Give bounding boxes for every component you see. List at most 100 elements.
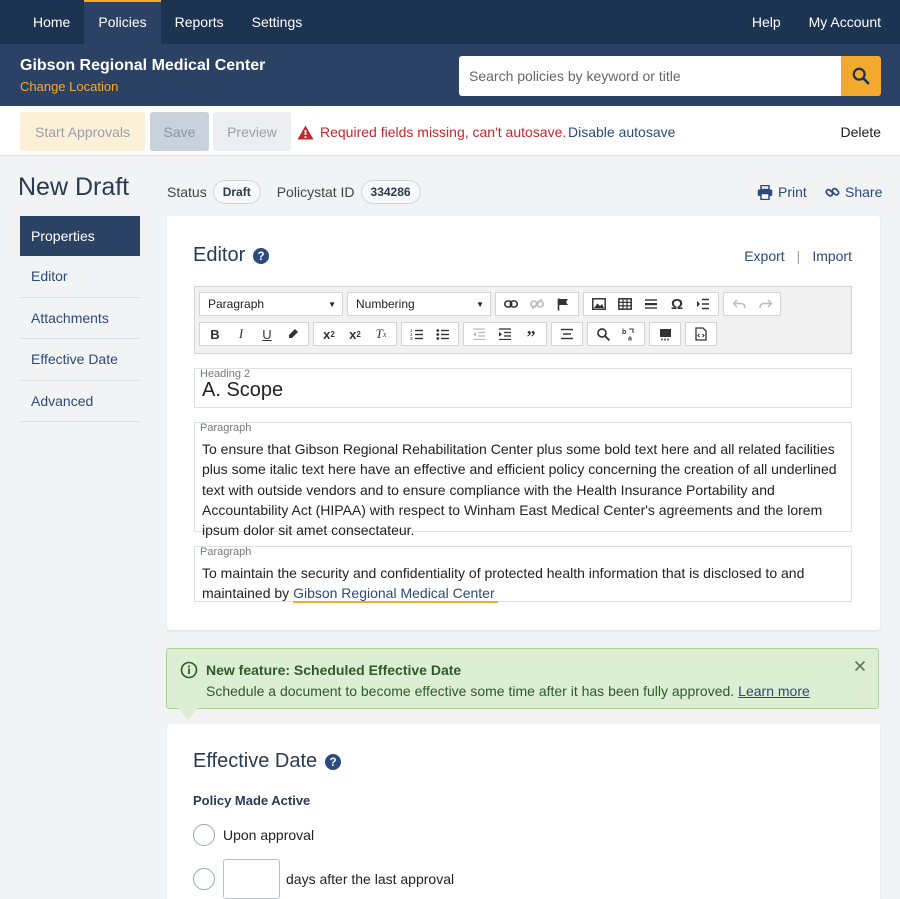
start-approvals-button[interactable]: Start Approvals — [20, 112, 145, 151]
paragraph-text: To ensure that Gibson Regional Rehabilit… — [202, 441, 837, 539]
change-location-link[interactable]: Change Location — [20, 79, 118, 94]
numbering-select-value: Numbering — [356, 297, 415, 311]
search-input[interactable] — [459, 56, 841, 96]
banner-title: New feature: Scheduled Effective Date — [206, 662, 462, 678]
print-button[interactable]: Print — [757, 184, 807, 200]
sidebar-item-editor[interactable]: Editor — [20, 256, 140, 298]
numbering-select[interactable]: Numbering ▼ — [347, 292, 491, 316]
paragraph-block[interactable]: Paragraph To ensure that Gibson Regional… — [194, 422, 852, 538]
nav-reports[interactable]: Reports — [161, 0, 238, 44]
upon-approval-label: Upon approval — [223, 827, 315, 843]
upon-approval-radio[interactable] — [193, 824, 215, 846]
quote-icon[interactable]: ” — [518, 323, 544, 347]
bold-icon[interactable]: B — [202, 323, 228, 345]
close-icon[interactable] — [854, 660, 866, 672]
script-group: x2 x2 Tx — [313, 322, 397, 346]
share-label: Share — [845, 184, 883, 200]
undo-icon[interactable] — [726, 293, 752, 315]
align-center-icon[interactable] — [554, 323, 580, 345]
preview-button[interactable]: Preview — [213, 112, 291, 151]
svg-text:b: b — [622, 329, 626, 336]
import-link[interactable]: Import — [812, 248, 852, 264]
underline-icon[interactable]: U — [254, 323, 280, 345]
bullet-list-icon[interactable] — [430, 323, 456, 345]
unlink-icon[interactable] — [524, 293, 550, 315]
info-icon — [180, 661, 198, 679]
status-row: Status Draft Policystat ID 334286 — [167, 180, 421, 204]
status-label: Status — [167, 184, 207, 200]
nav-home[interactable]: Home — [19, 0, 84, 44]
effective-date-title-text: Effective Date — [193, 750, 318, 772]
policy-id-badge: 334286 — [360, 180, 421, 204]
warning-icon — [297, 125, 314, 139]
link-icon[interactable] — [498, 293, 524, 315]
format-select[interactable]: Paragraph ▼ — [199, 292, 343, 316]
superscript-icon[interactable]: x2 — [342, 323, 368, 345]
image-icon[interactable] — [586, 293, 612, 315]
help-icon[interactable]: ? — [325, 753, 342, 770]
italic-icon[interactable]: I — [228, 323, 254, 345]
editor-card: Editor ? Export | Import Paragraph ▼ Num… — [167, 216, 880, 630]
save-button[interactable]: Save — [150, 112, 209, 151]
chevron-down-icon: ▼ — [328, 299, 336, 309]
sidebar-item-advanced[interactable]: Advanced — [20, 381, 140, 422]
block-label: Paragraph — [200, 422, 252, 434]
nav-my-account[interactable]: My Account — [795, 0, 895, 44]
days-input[interactable] — [223, 859, 280, 899]
block-label: Paragraph — [200, 546, 252, 558]
redo-icon[interactable] — [752, 293, 778, 315]
heading-block[interactable]: Heading 2 A. Scope — [194, 368, 852, 408]
search-button[interactable] — [841, 56, 881, 96]
svg-text:a: a — [628, 335, 632, 341]
heading-text: A. Scope — [202, 379, 284, 401]
find-icon[interactable] — [590, 323, 616, 345]
svg-text:?: ? — [258, 251, 265, 263]
sidebar-item-attachments[interactable]: Attachments — [20, 298, 140, 339]
numbered-list-icon[interactable]: 123 — [404, 323, 430, 345]
code-group — [685, 322, 717, 346]
nav-help[interactable]: Help — [738, 0, 795, 44]
print-icon — [757, 184, 773, 200]
highlight-icon[interactable] — [280, 323, 306, 345]
help-icon[interactable]: ? — [253, 247, 270, 264]
search-group: ba — [587, 322, 645, 346]
find-replace-icon[interactable]: ba — [616, 323, 642, 345]
learn-more-link[interactable]: Learn more — [738, 683, 810, 699]
outdent-icon[interactable] — [466, 323, 492, 345]
source-code-icon[interactable] — [688, 323, 714, 345]
days-after-radio[interactable] — [193, 868, 215, 890]
nav-settings[interactable]: Settings — [238, 0, 317, 44]
export-link[interactable]: Export — [744, 248, 784, 264]
delete-button[interactable]: Delete — [841, 124, 881, 140]
warning-text: Required fields missing, can't autosave. — [320, 124, 567, 140]
indent-list-icon[interactable] — [690, 293, 716, 315]
top-nav-right: Help My Account — [738, 0, 900, 44]
sidebar-item-properties[interactable]: Properties — [20, 216, 140, 256]
table-icon[interactable] — [612, 293, 638, 315]
org-link[interactable]: Gibson Regional Medical Center — [293, 585, 498, 604]
toolbar-row-1: Paragraph ▼ Numbering ▼ Ω — [199, 291, 785, 317]
paragraph-block[interactable]: Paragraph To maintain the security and c… — [194, 546, 852, 604]
clear-format-icon[interactable]: Tx — [368, 323, 394, 345]
search-icon — [852, 67, 870, 85]
link-group — [495, 292, 579, 316]
sidebar-item-effective-date[interactable]: Effective Date — [20, 339, 140, 381]
disable-autosave-link[interactable]: Disable autosave — [568, 124, 675, 140]
feature-banner: New feature: Scheduled Effective Date Sc… — [166, 648, 879, 709]
org-name: Gibson Regional Medical Center — [20, 57, 266, 74]
horizontal-rule-icon[interactable] — [638, 293, 664, 315]
insert-group: Ω — [583, 292, 719, 316]
flag-icon[interactable] — [550, 293, 576, 315]
subscript-icon[interactable]: x2 — [316, 323, 342, 345]
search-bar — [459, 56, 881, 96]
format-select-value: Paragraph — [208, 297, 265, 311]
side-nav: Properties Editor Attachments Effective … — [20, 216, 140, 422]
status-badge: Draft — [212, 180, 261, 204]
template-icon[interactable] — [652, 323, 678, 345]
policy-id-label: Policystat ID — [276, 184, 355, 200]
nav-policies[interactable]: Policies — [84, 0, 161, 44]
indent-group: ” — [463, 322, 547, 347]
share-button[interactable]: Share — [825, 184, 882, 200]
indent-icon[interactable] — [492, 323, 518, 345]
special-char-icon[interactable]: Ω — [664, 293, 690, 315]
